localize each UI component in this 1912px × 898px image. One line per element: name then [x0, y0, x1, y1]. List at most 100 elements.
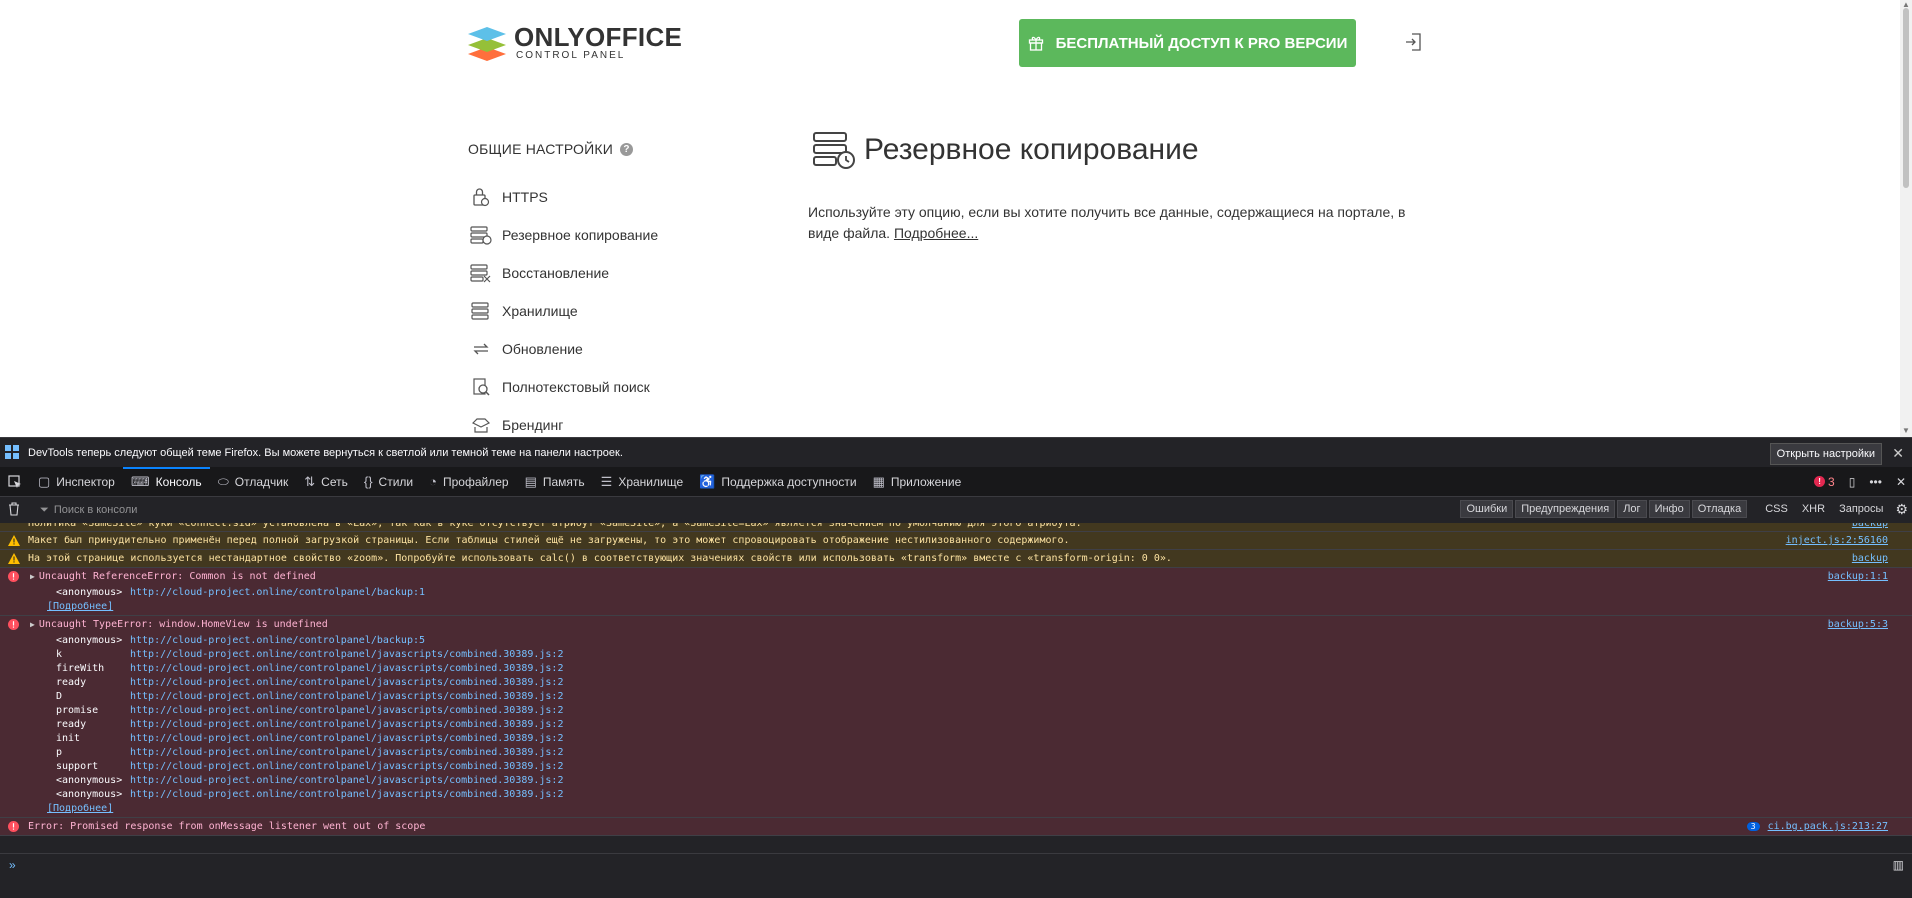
filter-log-button[interactable]: Лог [1617, 500, 1647, 518]
pro-access-button[interactable]: БЕСПЛАТНЫЙ ДОСТУП К PRO ВЕРСИИ [1019, 19, 1356, 67]
warning-icon [8, 553, 20, 567]
stack-frame: <anonymous> http://cloud-project.online/c… [56, 634, 426, 646]
editor-mode-icon[interactable]: ▥ [1893, 858, 1904, 872]
message-source-link[interactable]: ci.bg.pack.js:213:27 [1768, 821, 1888, 832]
stack-frame-link[interactable]: http://cloud-project.online/controlpanel… [130, 677, 563, 688]
filter-debug-button[interactable]: Отладка [1691, 500, 1748, 518]
error-icon [8, 821, 19, 835]
puzzle-icon [4, 444, 20, 463]
stack-frame: ready http://cloud-project.online/control… [56, 676, 564, 688]
logo-title: ONLYOFFICE [514, 22, 683, 52]
stack-frame-link[interactable]: http://cloud-project.online/controlpanel… [130, 705, 563, 716]
message-source-link[interactable]: backup:1:1 [1828, 571, 1888, 582]
details-link[interactable]: [Подробнее] [47, 803, 113, 814]
responsive-mode-icon[interactable]: ▯ [1849, 475, 1856, 489]
application-icon: ▦ [872, 473, 885, 489]
console-filter-bar: ⏷ Поиск в консоли Ошибки Предупреждения … [0, 497, 1912, 524]
backup-icon [813, 132, 855, 169]
gift-icon [1028, 36, 1043, 51]
message-source-link[interactable]: inject.js:2:56160 [1786, 535, 1888, 546]
expand-triangle-icon[interactable]: ▶ [30, 572, 35, 581]
message-source-link[interactable]: backup [1852, 553, 1888, 564]
console-search-input[interactable]: ⏷ Поиск в консоли [40, 504, 137, 517]
close-icon[interactable]: ✕ [1892, 445, 1904, 462]
open-settings-button[interactable]: Открыть настройки [1769, 443, 1882, 465]
accessibility-icon: ♿ [699, 473, 716, 489]
tab-application[interactable]: ▦ Приложение [865, 467, 970, 496]
sidebar-title: ОБЩИЕ НАСТРОЙКИ ? [468, 141, 634, 157]
filter-info-button[interactable]: Инфо [1648, 500, 1690, 518]
stack-frame-link[interactable]: http://cloud-project.online/controlpanel… [130, 663, 563, 674]
sidebar-item-storage[interactable]: Хранилище [470, 292, 658, 330]
filter-xhr-button[interactable]: XHR [1796, 501, 1831, 517]
console-message-error: Error: Promised response from onMessage … [0, 818, 1912, 836]
stack-frame: init http://cloud-project.online/controlp… [56, 732, 564, 744]
onlyoffice-logo-icon [468, 26, 506, 61]
tab-profiler[interactable]: ◔ Профайлер [421, 467, 516, 496]
message-source-link[interactable]: backup:5:3 [1828, 619, 1888, 630]
stack-trace: <anonymous> http://cloud-project.online/c… [0, 633, 1912, 801]
stack-frame: <anonymous> http://cloud-project.online/c… [56, 774, 564, 786]
branding-icon [470, 414, 492, 436]
stack-frame-link[interactable]: http://cloud-project.online/controlpanel… [130, 719, 563, 730]
search-icon [470, 376, 492, 398]
filter-css-button[interactable]: CSS [1759, 501, 1794, 517]
sidebar-item-branding[interactable]: Брендинг [470, 406, 658, 437]
stack-frame-link[interactable]: http://cloud-project.online/controlpanel… [130, 733, 563, 744]
sidebar-item-update[interactable]: Обновление [470, 330, 658, 368]
sidebar-item-https[interactable]: HTTPS [470, 178, 658, 216]
tab-inspector[interactable]: ▢ Инспектор [30, 467, 123, 496]
notification-text: DevTools теперь следуют общей теме Firef… [28, 447, 623, 459]
close-devtools-icon[interactable]: ✕ [1896, 475, 1906, 489]
stack-trace: <anonymous> http://cloud-project.online/c… [0, 585, 1912, 599]
help-icon[interactable]: ? [620, 142, 634, 156]
tab-memory[interactable]: ▤ Память [517, 467, 593, 496]
sidebar-item-label: Брендинг [502, 417, 564, 433]
tab-accessibility[interactable]: ♿ Поддержка доступности [691, 467, 864, 496]
prompt-chevron-icon: » [9, 858, 16, 872]
console-input[interactable]: » ▥ [0, 853, 1912, 898]
error-icon [8, 619, 19, 633]
scroll-down-arrow[interactable]: ▼ [1902, 427, 1910, 435]
element-picker-icon[interactable] [0, 467, 30, 496]
memory-icon: ▤ [524, 473, 537, 489]
filter-errors-button[interactable]: Ошибки [1460, 500, 1514, 518]
pro-access-label: БЕСПЛАТНЫЙ ДОСТУП К PRO ВЕРСИИ [1055, 34, 1348, 52]
stack-frame-link[interactable]: http://cloud-project.online/controlpanel… [130, 747, 563, 758]
tab-debugger[interactable]: ⬭ Отладчик [210, 467, 297, 496]
sidebar-item-label: Полнотекстовый поиск [502, 379, 650, 395]
filter-warnings-button[interactable]: Предупреждения [1515, 500, 1616, 518]
more-link[interactable]: Подробнее... [894, 225, 978, 241]
stack-frame-link[interactable]: http://cloud-project.online/controlpanel… [130, 789, 563, 800]
restore-icon [470, 262, 492, 284]
more-menu-icon[interactable]: ••• [1869, 475, 1882, 489]
details-link[interactable]: [Подробнее] [47, 601, 113, 612]
sidebar-item-backup[interactable]: Резервное копирование [470, 216, 658, 254]
update-icon [470, 338, 492, 360]
expand-triangle-icon[interactable]: ▶ [30, 620, 35, 629]
stack-frame-link[interactable]: http://cloud-project.online/controlpanel… [130, 691, 563, 702]
filter-requests-button[interactable]: Запросы [1833, 501, 1889, 517]
stack-frame-link[interactable]: http://cloud-project.online/controlpanel… [130, 635, 425, 646]
onlyoffice-logo[interactable]: ONLYOFFICE CONTROL PANEL [468, 24, 682, 61]
stack-frame-link[interactable]: http://cloud-project.online/controlpanel… [130, 587, 425, 598]
tab-styles[interactable]: {} Стили [356, 467, 421, 496]
tab-storage[interactable]: ☰ Хранилище [593, 467, 691, 496]
stack-frame: <anonymous> http://cloud-project.online/c… [56, 788, 564, 800]
scroll-thumb[interactable] [1903, 8, 1909, 188]
stack-frame-link[interactable]: http://cloud-project.online/controlpanel… [130, 761, 563, 772]
gear-icon[interactable]: ⚙ [1895, 501, 1908, 518]
error-count-badge[interactable]: ! 3 [1814, 475, 1835, 489]
page-scrollbar[interactable]: ▲ ▼ [1900, 0, 1912, 437]
message-source-link[interactable]: backup [1852, 523, 1888, 529]
trash-icon[interactable] [8, 502, 20, 519]
console-message-warning: На этой странице используется нестандарт… [0, 550, 1912, 568]
backup-icon [470, 224, 492, 246]
sidebar-item-fulltext-search[interactable]: Полнотекстовый поиск [470, 368, 658, 406]
tab-console[interactable]: ⌨ Консоль [122, 467, 210, 496]
stack-frame-link[interactable]: http://cloud-project.online/controlpanel… [130, 775, 563, 786]
tab-network[interactable]: ⇅ Сеть [296, 467, 356, 496]
stack-frame-link[interactable]: http://cloud-project.online/controlpanel… [130, 649, 563, 660]
sidebar-item-restore[interactable]: Восстановление [470, 254, 658, 292]
login-icon[interactable] [1404, 32, 1422, 57]
